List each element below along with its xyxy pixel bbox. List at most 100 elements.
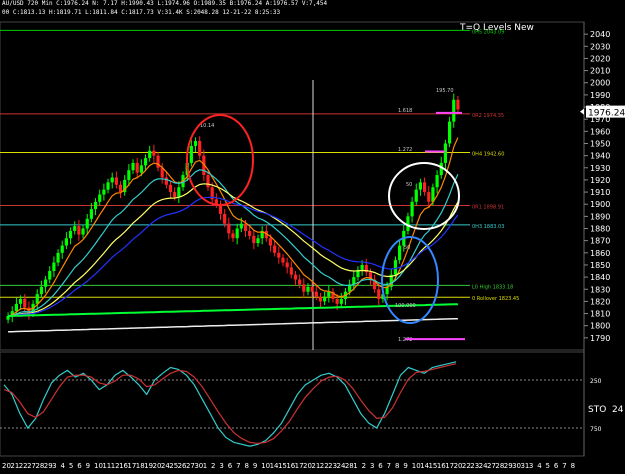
y-tick-label: 2010 [590, 67, 610, 76]
y-tick-label: 1920 [590, 176, 610, 185]
candle-body [98, 194, 102, 202]
candle-body [168, 184, 173, 193]
y-tick-label: 1820 [590, 297, 610, 306]
y-tick-label: 1830 [590, 285, 610, 294]
candle-body [156, 155, 160, 168]
x-tick-label: 3 [529, 462, 533, 470]
candle-body [273, 245, 277, 253]
candle-body [193, 141, 198, 146]
x-tick-label: 1 [203, 462, 207, 470]
candle-body [277, 252, 281, 258]
candle-body [377, 289, 381, 299]
candle-body [110, 177, 114, 183]
x-tick-label: 6 [77, 462, 82, 470]
candle-body [314, 291, 318, 297]
level-label: 0 Rollover 1823.45 [472, 296, 519, 302]
candle-body [393, 260, 398, 275]
y-tick-label: 1860 [590, 249, 610, 258]
level-label: 0R2 1974.35 [472, 113, 504, 119]
candle-body [177, 187, 181, 197]
candle-body [256, 238, 260, 244]
level-label: L0 High 1833.18 [472, 284, 513, 290]
y-tick-label: 2030 [590, 42, 610, 51]
x-tick-label: 8 [571, 462, 575, 470]
candle-body [35, 294, 39, 304]
last-price-label: 1976.24 [588, 109, 625, 119]
candle-body [410, 201, 414, 217]
annotation-label: 1.618 [398, 108, 412, 114]
candle-body [360, 264, 364, 270]
x-tick-label: 6 [554, 462, 559, 470]
x-tick-label: 4 [537, 462, 542, 470]
y-tick-label: 2020 [590, 54, 610, 63]
y-tick-label: 1960 [590, 127, 610, 136]
candle-body [39, 286, 44, 295]
candle-body [293, 274, 298, 280]
candle-body [52, 262, 56, 272]
candle-body [323, 296, 327, 302]
candle-body [43, 279, 48, 287]
chart-svg: T=Q Levels New17901800181018201830184018… [0, 21, 625, 470]
candle-body [239, 223, 243, 229]
candle-body [235, 228, 239, 239]
candle-body [64, 238, 68, 246]
candle-body [206, 175, 210, 188]
candle-body [89, 209, 93, 219]
y-tick-label: 1790 [590, 334, 610, 343]
x-tick-label: 1 [353, 462, 357, 470]
y-tick-label: 1900 [590, 200, 610, 209]
y-tick-label: 1880 [590, 225, 610, 234]
candle-body [118, 184, 123, 193]
candle-body [406, 216, 410, 231]
sto-tick-label: 750 [590, 426, 602, 433]
level-label: 0H3 1883.03 [472, 224, 504, 230]
x-tick-label: 3 [370, 462, 374, 470]
candle-body [143, 158, 148, 166]
candle-body [85, 218, 89, 229]
candle-body [310, 286, 314, 292]
y-tick-label: 1850 [590, 261, 610, 270]
candle-body [427, 192, 431, 202]
candle-body [127, 170, 131, 180]
candle-body [14, 303, 19, 312]
candle-body [285, 262, 289, 268]
y-tick-label: 1930 [590, 164, 610, 173]
candle-body [422, 182, 427, 193]
level-label: 0R1 1898.91 [472, 205, 504, 211]
x-tick-label: 6 [228, 462, 233, 470]
candle-body [214, 199, 218, 205]
candle-body [268, 238, 273, 246]
sto-tick-label: 250 [590, 378, 602, 385]
candle-body [148, 150, 152, 159]
candle-body [447, 121, 452, 144]
y-tick-label: 1990 [590, 91, 610, 100]
candle-body [248, 230, 252, 236]
y-tick-label: 2000 [590, 79, 610, 88]
x-tick-label: 7 [562, 462, 566, 470]
x-tick-label: 7 [387, 462, 391, 470]
x-tick-label: 9 [86, 462, 90, 470]
candle-body [23, 298, 27, 308]
candle-body [102, 189, 106, 195]
candle-body [189, 145, 193, 163]
candle-body [398, 245, 402, 261]
candle-body [152, 150, 156, 156]
candle-body [198, 141, 202, 156]
candle-body [289, 267, 293, 275]
candle-body [443, 143, 448, 163]
candle-body [339, 298, 343, 304]
candle-body [231, 233, 235, 239]
candle-body [77, 226, 81, 235]
candle-body [318, 296, 323, 302]
candle-body [452, 99, 456, 122]
level-label: 0H5 2043.09 [472, 29, 504, 35]
candle-body [173, 192, 177, 197]
candle-body [243, 223, 248, 231]
annotation-label: 1.272 [398, 147, 412, 153]
candle-body [281, 257, 285, 263]
annotation-label: 50 [404, 245, 410, 251]
candle-body [335, 298, 339, 304]
candle-body [114, 177, 118, 185]
y-tick-label: 1840 [590, 273, 610, 282]
candle-body [106, 182, 110, 190]
